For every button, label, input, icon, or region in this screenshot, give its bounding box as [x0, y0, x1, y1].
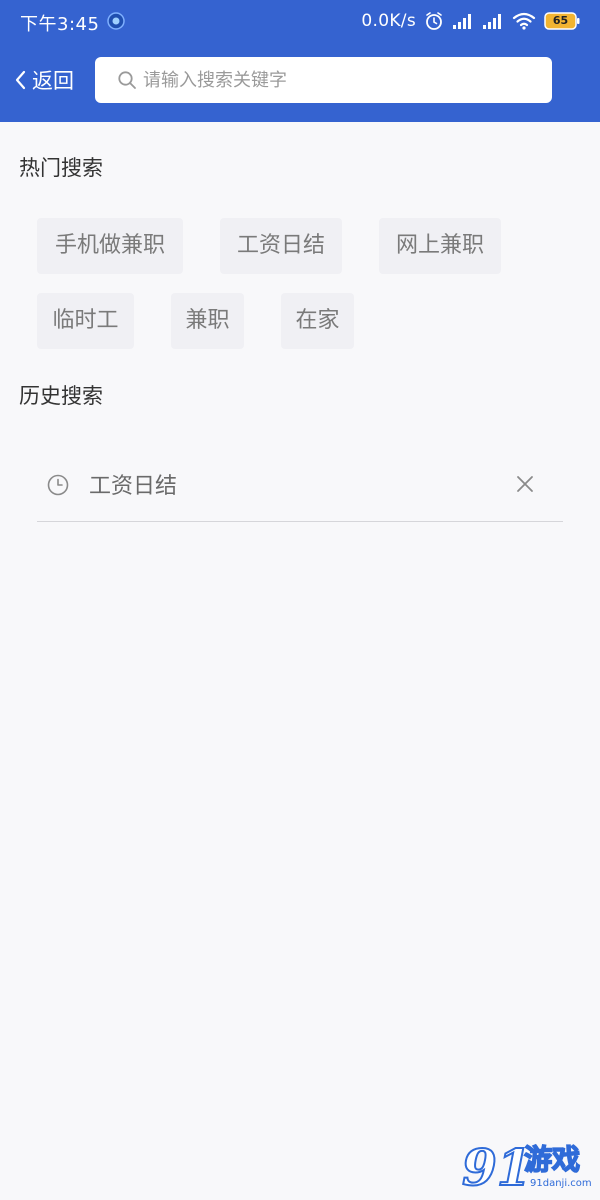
hot-tag[interactable]: 手机做兼职	[37, 218, 183, 274]
hot-search-title: 热门搜索	[19, 156, 103, 180]
watermark-number: 91	[461, 1138, 533, 1197]
hot-tag[interactable]: 在家	[281, 293, 354, 349]
close-icon[interactable]	[515, 474, 535, 494]
search-icon	[118, 71, 136, 89]
battery-level: 65	[552, 14, 569, 27]
app-notification-icon	[106, 11, 126, 31]
back-button[interactable]: 返回	[14, 62, 74, 98]
back-label: 返回	[32, 69, 74, 93]
signal-icon	[452, 12, 474, 30]
clock-icon	[47, 474, 69, 496]
search-box[interactable]	[95, 57, 552, 103]
network-speed: 0.0K/s	[361, 11, 416, 31]
hot-tag[interactable]: 兼职	[171, 293, 244, 349]
battery-icon: 65	[544, 12, 580, 30]
history-search-title: 历史搜索	[19, 384, 103, 408]
hot-tag[interactable]: 网上兼职	[379, 218, 501, 274]
search-input[interactable]	[143, 60, 523, 100]
top-bar: 下午3:45 0.0K/s 65 返回 请输入搜索关键字	[0, 0, 600, 122]
status-bar: 下午3:45 0.0K/s 65	[0, 0, 600, 44]
history-item[interactable]: 工资日结	[37, 454, 563, 522]
history-item-label[interactable]: 工资日结	[89, 468, 177, 500]
watermark-text: 游戏	[523, 1142, 581, 1177]
status-time: 下午3:45	[20, 14, 100, 35]
alarm-icon	[424, 11, 444, 31]
hot-tag[interactable]: 工资日结	[220, 218, 342, 274]
status-right-group: 0.0K/s 65	[361, 8, 580, 34]
wifi-icon	[512, 12, 536, 30]
hot-tag[interactable]: 临时工	[37, 293, 134, 349]
chevron-left-icon	[15, 70, 26, 90]
watermark-url: 91danji.com	[530, 1178, 592, 1189]
signal-icon-2	[482, 12, 504, 30]
site-watermark-logo: 91 游戏 91danji.com	[461, 1138, 592, 1197]
